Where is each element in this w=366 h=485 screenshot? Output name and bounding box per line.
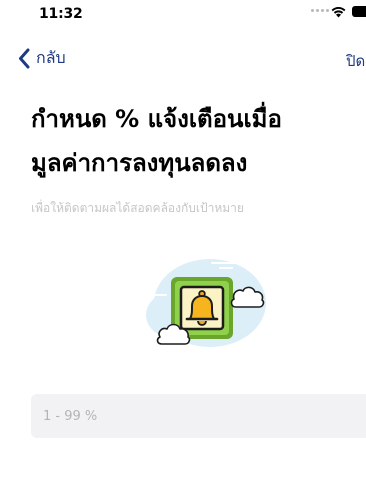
bell-notification-icon <box>146 259 266 347</box>
battery-icon <box>352 6 366 17</box>
percent-input[interactable] <box>31 394 366 438</box>
page-subtitle: เพื่อให้ติดตามผลได้สอดคล้องกับเป้าหมาย <box>31 201 244 215</box>
page-title-line-1: กำหนด % แจ้งเตือนเมื่อ <box>31 105 282 133</box>
status-time: 11:32 <box>39 6 83 22</box>
close-button[interactable]: ปิด <box>346 49 365 73</box>
alert-setting-screen: 11:32 กลับ ปิด กำหนด % แจ้งเตือนเมื่อ มู… <box>0 0 366 485</box>
status-bar: 11:32 <box>0 0 366 30</box>
back-button[interactable]: กลับ <box>18 44 66 72</box>
page-title-line-2: มูลค่าการลงทุนลดลง <box>31 149 248 177</box>
signal-dots-icon <box>311 9 329 12</box>
nav-bar: กลับ ปิด <box>0 40 366 74</box>
chevron-left-icon <box>19 48 30 68</box>
back-label: กลับ <box>36 47 66 67</box>
page-title: กำหนด % แจ้งเตือนเมื่อ มูลค่าการลงทุนลดล… <box>31 97 351 185</box>
wifi-icon <box>331 6 346 18</box>
